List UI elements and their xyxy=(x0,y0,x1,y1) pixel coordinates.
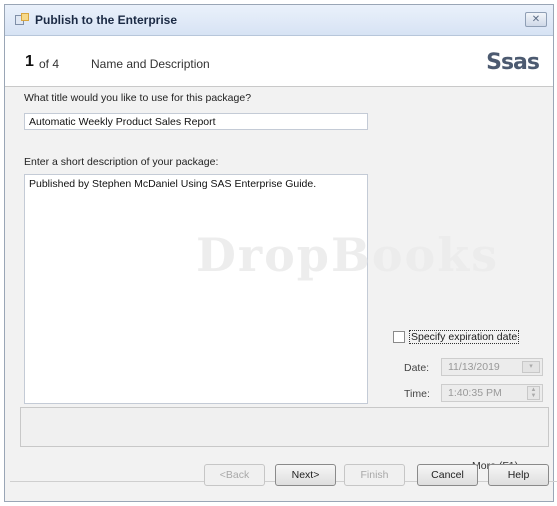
date-label: Date: xyxy=(404,362,430,374)
close-button[interactable]: ✕ xyxy=(525,12,547,27)
step-number: 1 xyxy=(25,53,34,70)
expiration-checkbox[interactable] xyxy=(393,331,405,343)
cancel-button[interactable]: Cancel xyxy=(417,464,478,486)
date-value: 11/13/2019 xyxy=(448,361,500,373)
info-panel xyxy=(20,407,549,447)
time-spinner-icon[interactable]: ▲ ▼ xyxy=(527,386,540,400)
description-label: Enter a short description of your packag… xyxy=(24,156,219,168)
description-textarea[interactable]: Published by Stephen McDaniel Using SAS … xyxy=(24,174,368,404)
calendar-dropdown-icon[interactable]: ▾ xyxy=(522,361,540,373)
finish-button[interactable]: Finish xyxy=(344,464,405,486)
window-title: Publish to the Enterprise xyxy=(35,13,178,27)
time-value: 1:40:35 PM xyxy=(448,387,502,399)
title-input[interactable]: Automatic Weekly Product Sales Report xyxy=(24,113,368,130)
next-button[interactable]: Next> xyxy=(275,464,336,486)
time-field[interactable]: 1:40:35 PM ▲ ▼ xyxy=(441,384,543,402)
help-button[interactable]: Help xyxy=(488,464,549,486)
back-button[interactable]: <Back xyxy=(204,464,265,486)
date-field[interactable]: 11/13/2019 ▾ xyxy=(441,358,543,376)
time-label: Time: xyxy=(404,388,430,400)
title-label: What title would you like to use for thi… xyxy=(24,92,252,104)
step-count: of 4 xyxy=(39,57,60,71)
step-name: Name and Description xyxy=(91,57,210,71)
title-bar: Publish to the Enterprise ✕ xyxy=(5,5,553,36)
watermark: DropBooks xyxy=(196,228,499,282)
publish-icon xyxy=(15,13,29,25)
expiration-checkbox-label[interactable]: Specify expiration date xyxy=(409,330,520,344)
wizard-header: 1 of 4 Name and Description Ssas xyxy=(5,36,553,87)
